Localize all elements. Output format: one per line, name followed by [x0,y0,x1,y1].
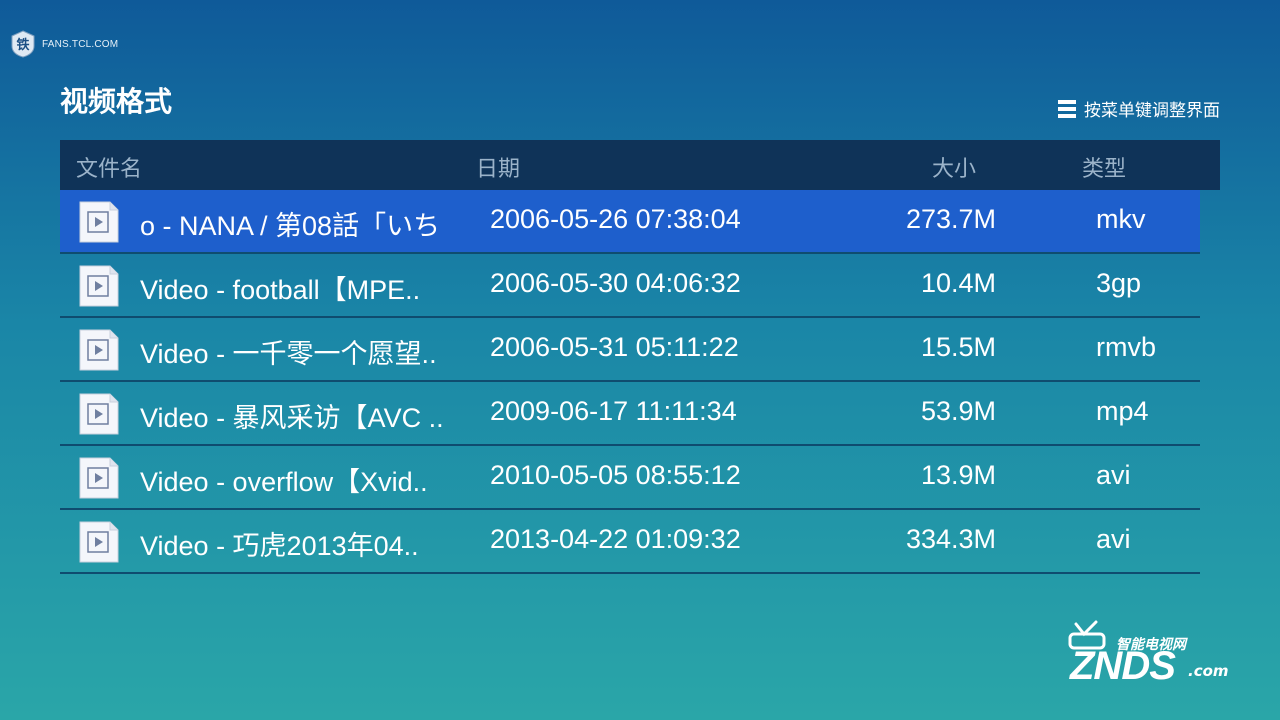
table-row[interactable]: Video - 巧虎2013年04.. 2013-04-22 01:09:32 … [60,510,1200,574]
file-list: o - NANA / 第08話「いち 2006-05-26 07:38:04 2… [60,190,1200,574]
menu-hint: 按菜单键调整界面 [1058,96,1220,121]
video-file-icon [79,457,119,499]
fans-tcl-watermark: 铁 FANS.TCL.COM [10,30,118,58]
svg-text:铁: 铁 [15,37,29,53]
znds-suffix: .com [1188,662,1229,680]
column-header-name[interactable]: 文件名 [76,151,142,183]
menu-icon [1058,99,1076,118]
file-name: o - NANA / 第08話「いち [140,211,441,241]
file-size: 13.9M [920,460,996,490]
file-table: 文件名 日期 大小 类型 o - NANA / 第08話「いち 2006-05-… [60,140,1220,574]
file-type: mp4 [1096,396,1149,426]
file-date: 2006-05-26 07:38:04 [490,204,741,234]
video-file-icon [79,329,119,371]
file-name: Video - overflow【Xvid.. [140,467,428,497]
file-date: 2006-05-30 04:06:32 [490,268,741,298]
page-title: 视频格式 [60,85,173,118]
file-size: 10.4M [920,268,996,298]
table-row-selected[interactable]: o - NANA / 第08話「いち 2006-05-26 07:38:04 2… [60,190,1200,254]
table-row[interactable]: Video - 暴风采访【AVC .. 2009-06-17 11:11:34 … [60,382,1200,446]
file-type: rmvb [1096,332,1156,362]
file-type: avi [1096,524,1131,554]
table-row[interactable]: Video - football【MPE.. 2006-05-30 04:06:… [60,254,1200,318]
file-date: 2010-05-05 08:55:12 [490,460,741,490]
file-name: Video - 巧虎2013年04.. [140,531,419,561]
file-date: 2006-05-31 05:11:22 [490,332,739,362]
file-date: 2009-06-17 11:11:34 [490,396,737,426]
file-date: 2013-04-22 01:09:32 [490,524,741,554]
column-header-type[interactable]: 类型 [1082,151,1126,183]
file-size: 334.3M [905,524,996,554]
table-header: 文件名 日期 大小 类型 [60,140,1220,190]
file-name: Video - football【MPE.. [140,275,421,305]
file-size: 53.9M [920,396,996,426]
znds-brand: ZNDS [1070,644,1176,688]
video-file-icon [79,201,119,243]
column-header-size[interactable]: 大小 [932,151,976,183]
watermark-site-text: FANS.TCL.COM [42,38,119,50]
file-name: Video - 暴风采访【AVC .. [140,403,444,433]
file-size: 15.5M [920,332,996,362]
table-row[interactable]: Video - overflow【Xvid.. 2010-05-05 08:55… [60,446,1200,510]
file-type: mkv [1096,204,1146,234]
file-type: 3gp [1096,268,1142,298]
file-size: 273.7M [905,204,996,234]
video-file-icon [79,393,119,435]
table-row[interactable]: Video - 一千零一个愿望.. 2006-05-31 05:11:22 15… [60,318,1200,382]
tcl-fans-logo-icon: 铁 [11,30,35,58]
menu-hint-text: 按菜单键调整界面 [1084,101,1220,121]
video-file-icon [79,265,119,307]
file-name: Video - 一千零一个愿望.. [140,339,437,369]
file-type: avi [1096,460,1131,490]
video-file-icon [79,521,119,563]
column-header-date[interactable]: 日期 [476,151,520,183]
znds-watermark: 智能电视网 ZNDS .com [1056,620,1232,692]
